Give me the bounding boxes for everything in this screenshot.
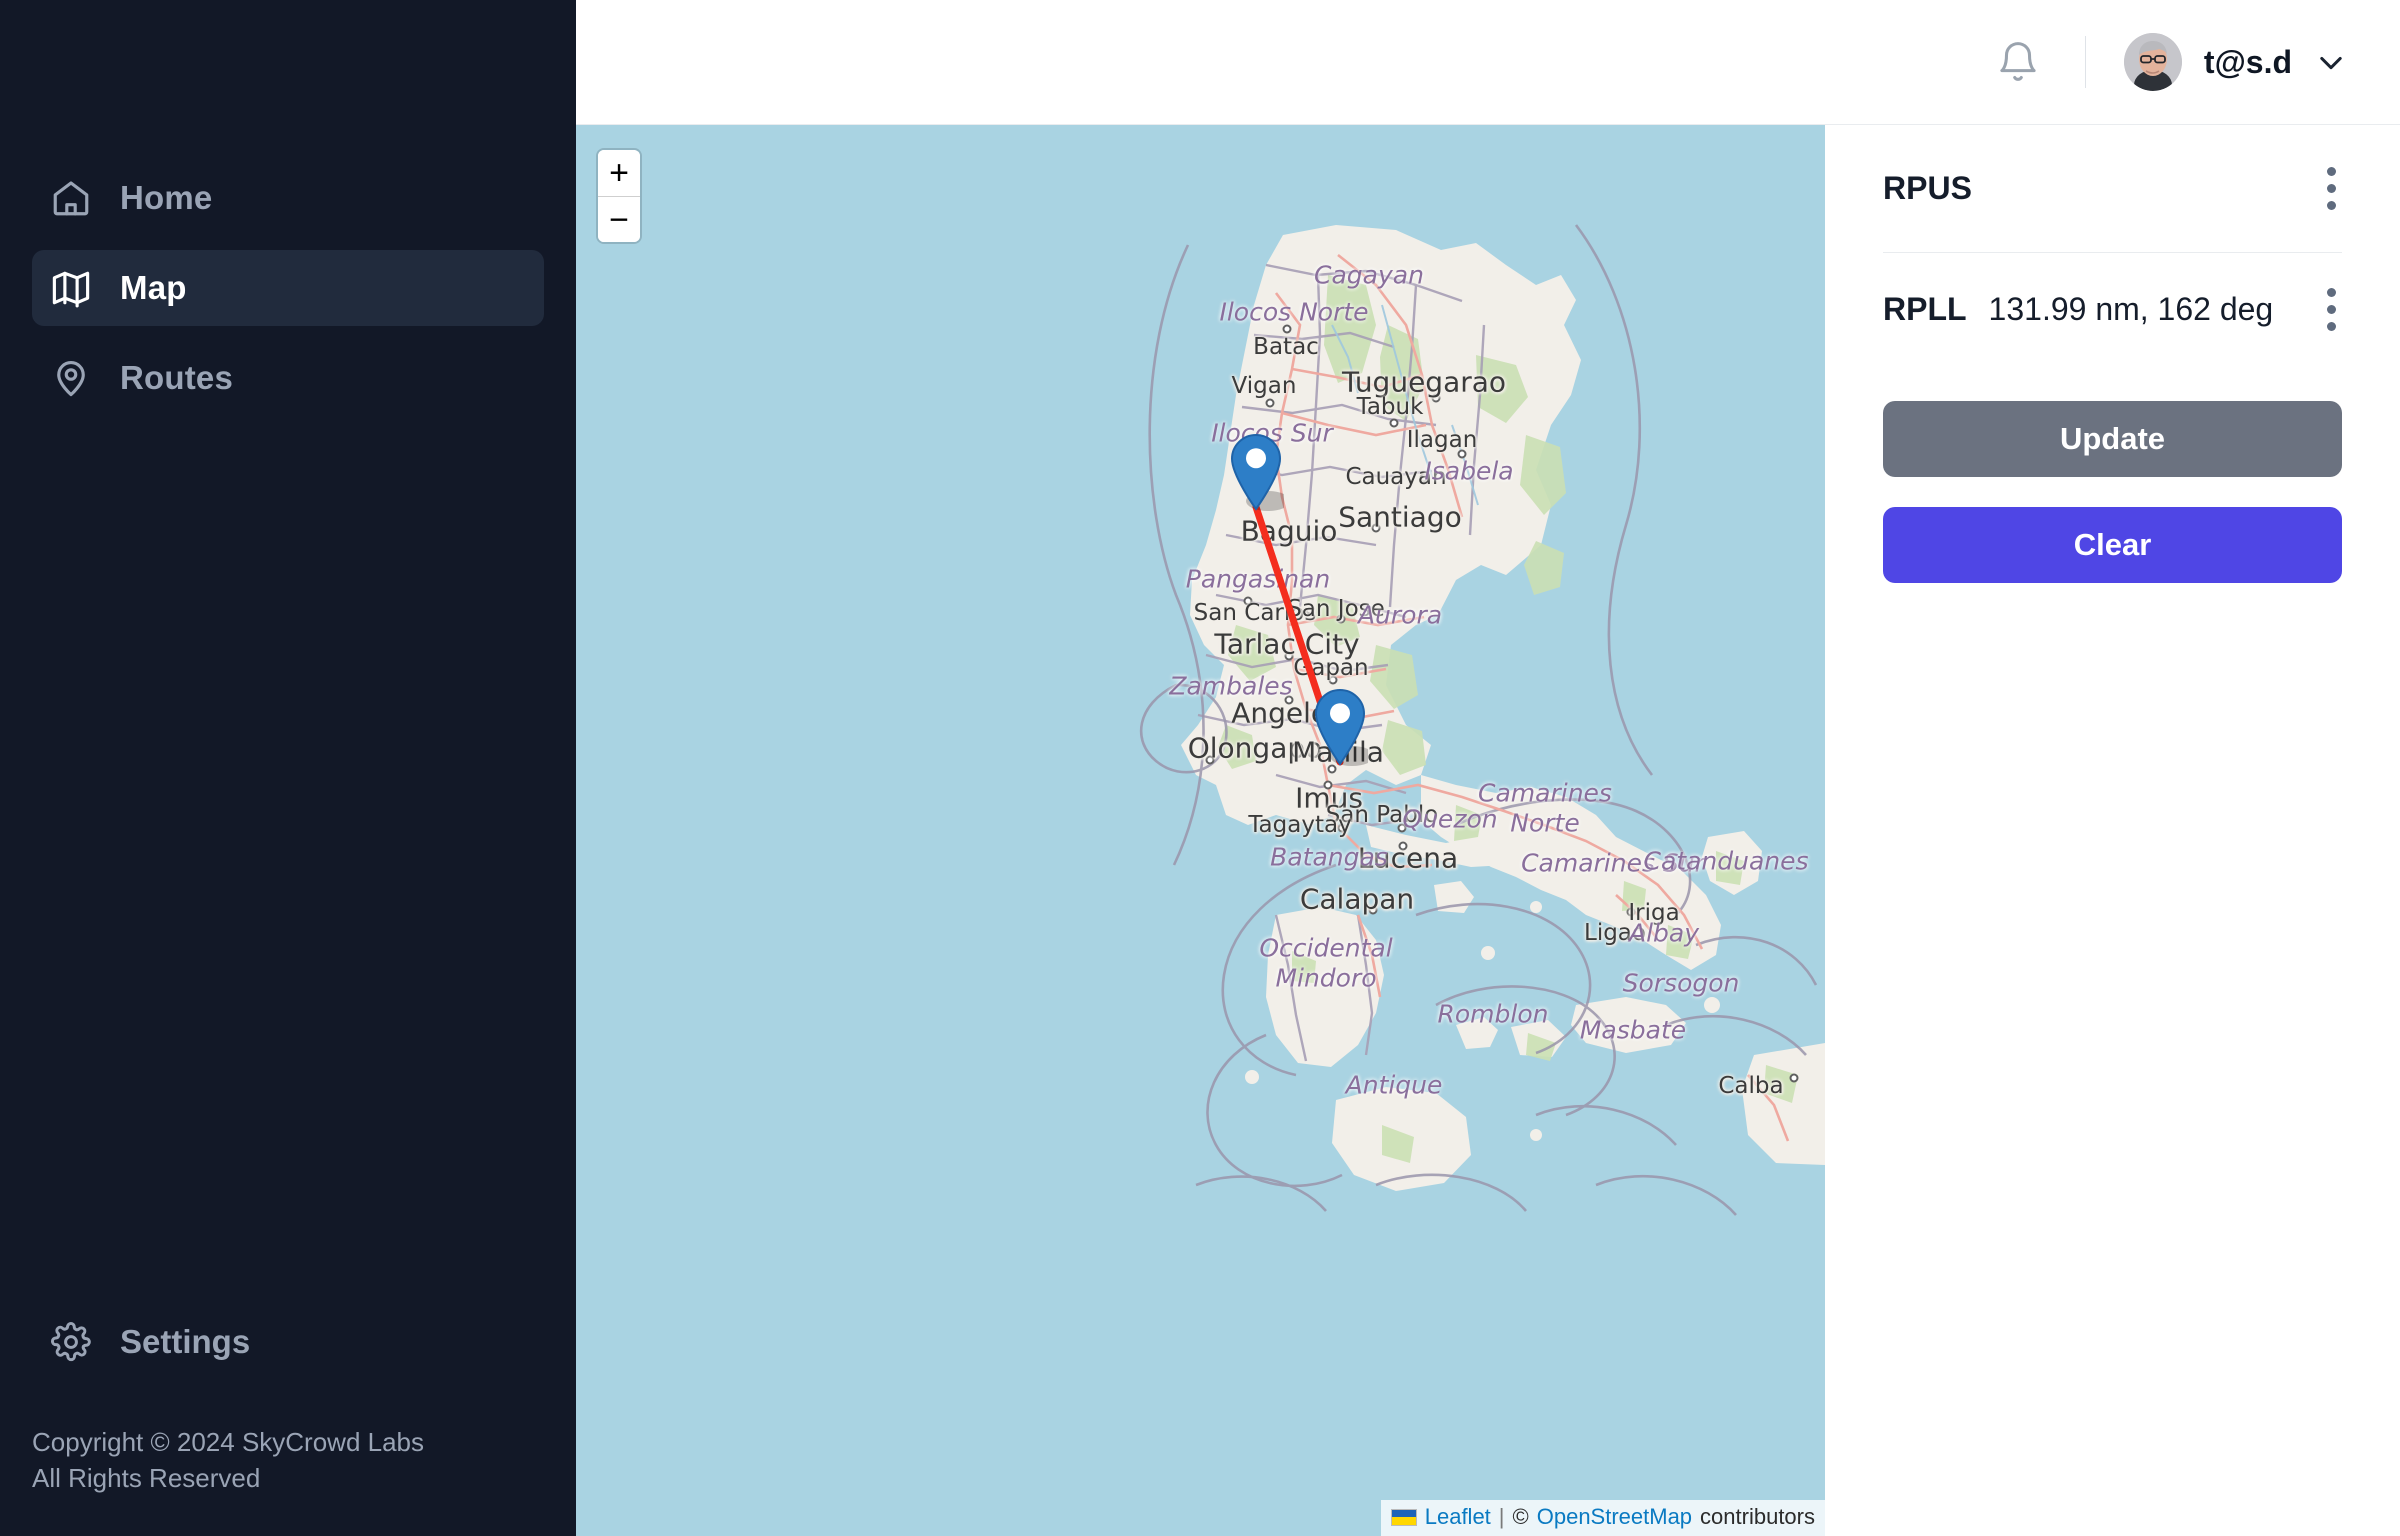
sidebar-item-label-routes: Routes [120,359,234,396]
copyright-text: Copyright © 2024 SkyCrowd Labs All Right… [32,1427,425,1493]
city-dot [1265,398,1275,408]
city-dot [1282,324,1292,334]
kebab-menu-icon-destination[interactable] [2321,282,2342,337]
avatar [2123,33,2182,91]
city-dot [1323,780,1333,790]
bell-icon[interactable] [1995,39,2041,85]
update-button[interactable]: Update [1883,401,2342,477]
sidebar-item-settings[interactable]: Settings [32,1307,544,1377]
city-dot [1328,675,1338,685]
city-dot [1389,418,1399,428]
map-attribution: Leaflet | © OpenStreetMap contributors [1380,1500,1825,1536]
attribution-separator: | [1498,1504,1505,1529]
app-root: Home Map Routes Settings Copyright © 202… [0,0,2400,1536]
ukraine-flag-icon [1390,1508,1417,1526]
city-dot [1398,841,1408,851]
sidebar-item-routes[interactable]: Routes [32,340,544,416]
map-icon [50,267,92,309]
sidebar-footer: Settings Copyright © 2024 SkyCrowd Labs … [0,1307,576,1536]
clear-button[interactable]: Clear [1883,507,2342,583]
leaflet-link[interactable]: Leaflet [1425,1504,1491,1530]
zoom-out-button[interactable]: − [598,196,640,242]
route-row-origin[interactable]: RPUS [1883,125,2342,253]
topbar: t@s.d [576,0,2400,125]
sidebar-item-map[interactable]: Map [32,250,544,326]
city-dot [1336,614,1346,624]
route-destination-code: RPLL [1883,290,1967,327]
city-dot [1337,823,1347,833]
route-destination-value: 131.99 nm, 162 deg [1988,290,2274,327]
city-dot [1431,393,1441,403]
city-dot [1205,755,1215,765]
topbar-divider [2084,36,2086,88]
map-container[interactable]: Batac Vigan Tuguegarao Tabuk Ilagan Cauayan Sa… [576,125,1825,1536]
sidebar-item-label-home: Home [120,179,213,216]
user-name: t@s.d [2203,43,2292,80]
route-row-destination[interactable]: RPLL 131.99 nm, 162 deg [1883,253,2342,365]
origin-marker[interactable] [1228,433,1284,513]
zoom-control[interactable]: + − [596,148,642,244]
kebab-menu-icon-origin[interactable] [2321,161,2342,216]
sidebar-item-label-settings: Settings [120,1323,251,1361]
city-dot [1457,449,1467,459]
route-details-panel: RPUS RPLL 131.99 nm, 162 deg Update Clea… [1825,125,2400,1536]
main-area: t@s.d Batac Vigan Tuguegarao Tabuk Ilaga… [576,0,2400,1536]
gear-icon [50,1321,92,1363]
content-row: Batac Vigan Tuguegarao Tabuk Ilagan Cauayan Sa… [576,125,2400,1536]
sidebar: Home Map Routes Settings Copyright © 202… [0,0,576,1536]
route-origin-code: RPUS [1883,170,1972,206]
city-dot [1397,823,1407,833]
zoom-in-button[interactable]: + [598,150,640,196]
city-dot [1368,905,1378,915]
destination-marker[interactable] [1312,688,1368,768]
map-canvas: Batac Vigan Tuguegarao Tabuk Ilagan Cauayan Sa… [576,125,1825,1536]
user-menu[interactable]: t@s.d [2123,33,2348,91]
openstreetmap-link[interactable]: OpenStreetMap [1537,1504,1692,1530]
copyright-symbol: © [1512,1504,1529,1529]
sidebar-nav: Home Map Routes [0,0,576,430]
pin-icon [50,357,92,399]
city-dot [1789,1073,1799,1083]
sidebar-item-label-map: Map [120,269,187,306]
city-dot [1371,523,1381,533]
city-dot [1633,928,1643,938]
chevron-down-icon[interactable] [2314,45,2348,79]
city-dot [1284,651,1294,661]
city-dot [1284,695,1294,705]
home-icon [50,177,92,219]
city-dot [1419,473,1429,483]
city-dot [1243,596,1253,606]
city-dot [1626,907,1636,917]
attribution-contributors: contributors [1700,1504,1815,1529]
sidebar-item-home[interactable]: Home [32,160,544,236]
